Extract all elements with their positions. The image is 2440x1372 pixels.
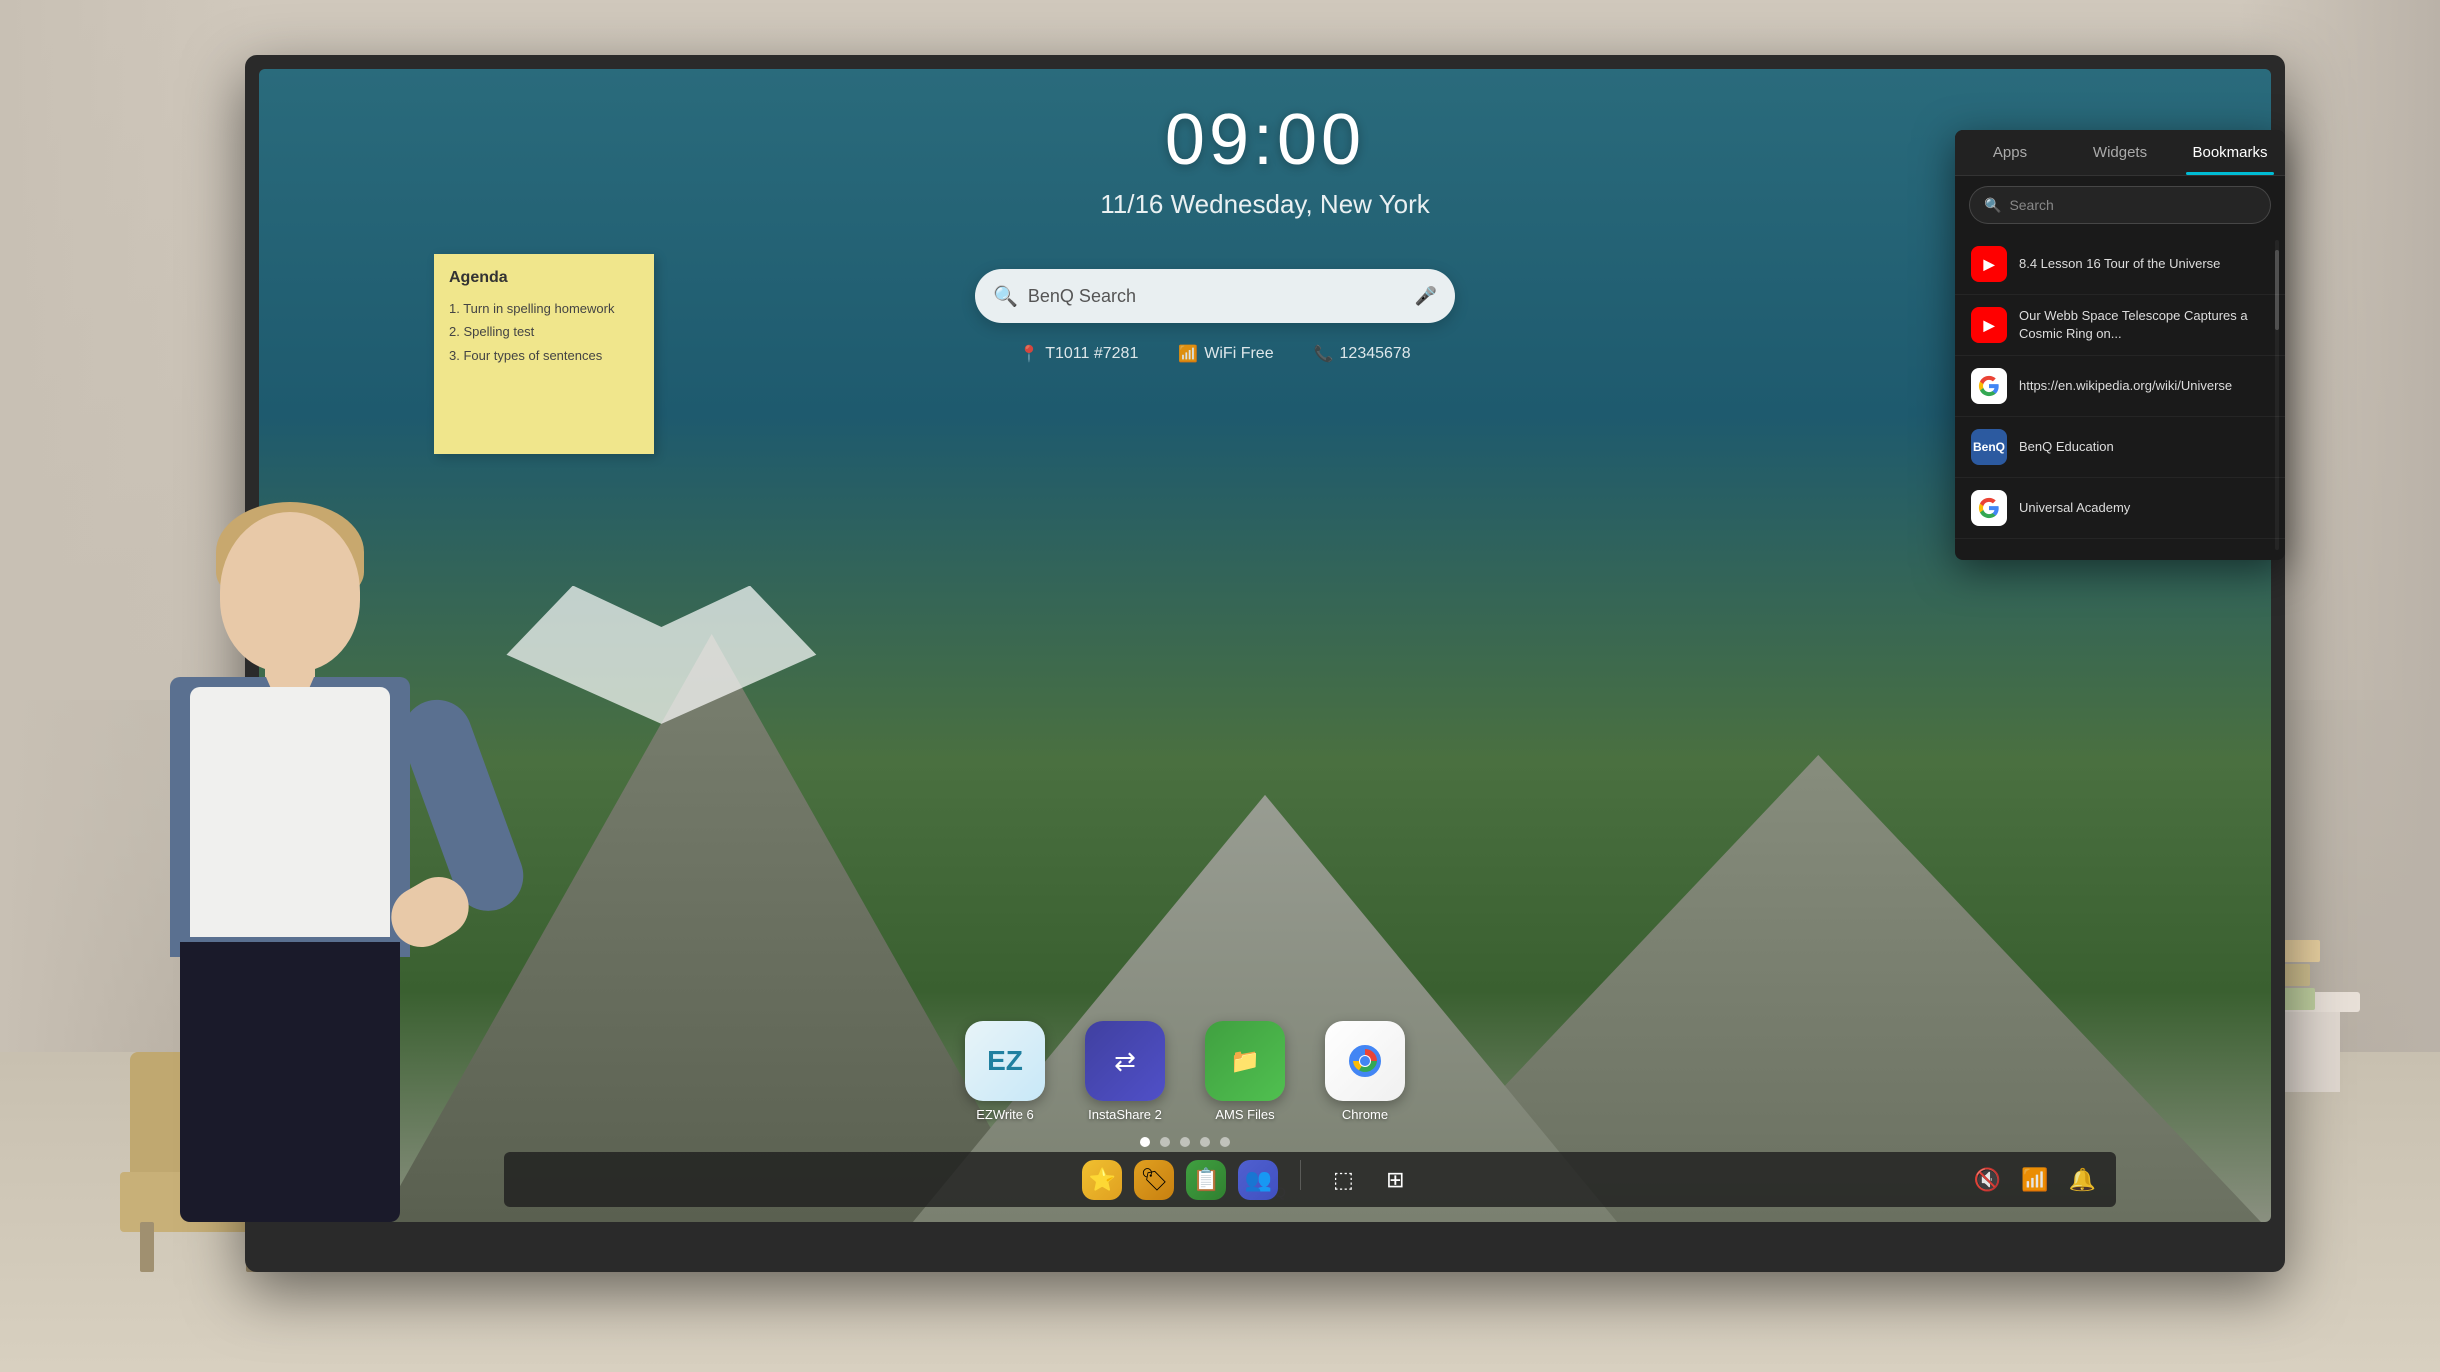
sticky-note-title: Agenda bbox=[449, 269, 639, 287]
bookmark-4-title: BenQ Education bbox=[2019, 438, 2269, 456]
bookmark-5-title: Universal Academy bbox=[2019, 499, 2269, 517]
search-icon: 🔍 bbox=[993, 284, 1018, 309]
app-chrome[interactable]: Chrome bbox=[1325, 1021, 1405, 1122]
taskbar-grid[interactable]: ⊞ bbox=[1375, 1160, 1415, 1200]
panel-search-placeholder: Search bbox=[2009, 197, 2053, 213]
ams-icon: 📁 bbox=[1205, 1021, 1285, 1101]
dot-2[interactable] bbox=[1160, 1137, 1170, 1147]
teacher-head bbox=[220, 512, 360, 672]
dot-5[interactable] bbox=[1220, 1137, 1230, 1147]
benq-search-bar[interactable]: 🔍 BenQ Search 🎤 bbox=[975, 269, 1455, 323]
bookmark-4-icon: BenQ bbox=[1971, 429, 2007, 465]
phone-status: 📞 12345678 bbox=[1314, 344, 1411, 364]
scrollbar-track bbox=[2275, 240, 2279, 550]
tab-bookmarks[interactable]: Bookmarks bbox=[2175, 130, 2285, 175]
bookmarks-panel: Apps Widgets Bookmarks 🔍 Search ▶ 8.4 Le… bbox=[1955, 130, 2285, 560]
ezwrite-label: EZWrite 6 bbox=[976, 1107, 1034, 1122]
location-icon: 📍 bbox=[1019, 344, 1039, 364]
panel-tabs: Apps Widgets Bookmarks bbox=[1955, 130, 2285, 176]
tab-apps[interactable]: Apps bbox=[1955, 130, 2065, 175]
dot-3[interactable] bbox=[1180, 1137, 1190, 1147]
bookmark-3-title: https://en.wikipedia.org/wiki/Universe bbox=[2019, 377, 2269, 395]
wifi-icon: 📶 bbox=[1178, 344, 1198, 364]
sticky-note: Agenda 1. Turn in spelling homework 2. S… bbox=[434, 254, 654, 454]
wifi-taskbar-icon[interactable]: 📶 bbox=[2021, 1167, 2048, 1193]
sticky-note-item-2: 2. Spelling test bbox=[449, 320, 639, 343]
taskbar-divider bbox=[1300, 1160, 1301, 1190]
panel-search-area[interactable]: 🔍 Search bbox=[1955, 176, 2285, 234]
taskbar-right: 🔇 📶 🔔 bbox=[1974, 1167, 2096, 1193]
sticky-note-item-1: 1. Turn in spelling homework bbox=[449, 297, 639, 320]
chrome-icon bbox=[1325, 1021, 1405, 1101]
scrollbar-thumb[interactable] bbox=[2275, 250, 2279, 330]
panel-search-icon: 🔍 bbox=[1984, 197, 2001, 214]
dot-4[interactable] bbox=[1200, 1137, 1210, 1147]
chrome-label: Chrome bbox=[1342, 1107, 1388, 1122]
bookmark-5[interactable]: Universal Academy bbox=[1955, 478, 2285, 539]
taskbar-teams[interactable]: 👥 bbox=[1238, 1160, 1278, 1200]
status-info: 📍 T1011 #7281 📶 WiFi Free 📞 12345678 bbox=[1019, 344, 1410, 364]
mute-icon[interactable]: 🔇 bbox=[1974, 1167, 2001, 1193]
app-instashare[interactable]: ⇄ InstaShare 2 bbox=[1085, 1021, 1165, 1122]
bookmark-2-icon: ▶ bbox=[1971, 307, 2007, 343]
taskbar-doc[interactable]: 📋 bbox=[1186, 1160, 1226, 1200]
app-ams[interactable]: 📁 AMS Files bbox=[1205, 1021, 1285, 1122]
ezwrite-icon: EZ bbox=[965, 1021, 1045, 1101]
panel-search-input[interactable]: 🔍 Search bbox=[1969, 186, 2271, 224]
page-dots bbox=[1140, 1137, 1230, 1147]
panel-items-list: ▶ 8.4 Lesson 16 Tour of the Universe ▶ O… bbox=[1955, 234, 2285, 539]
bell-icon[interactable]: 🔔 bbox=[2069, 1167, 2096, 1193]
clock-time: 09:00 bbox=[1165, 99, 1365, 181]
bookmark-2-title: Our Webb Space Telescope Captures a Cosm… bbox=[2019, 307, 2269, 343]
mic-icon: 🎤 bbox=[1415, 286, 1437, 307]
clock-date: 11/16 Wednesday, New York bbox=[1100, 189, 1430, 220]
bookmark-3-icon bbox=[1971, 368, 2007, 404]
sticky-note-item-3: 3. Four types of sentences bbox=[449, 344, 639, 367]
bookmark-1-icon: ▶ bbox=[1971, 246, 2007, 282]
instashare-label: InstaShare 2 bbox=[1088, 1107, 1162, 1122]
taskbar-star[interactable]: ⭐ bbox=[1082, 1160, 1122, 1200]
teacher-pants bbox=[180, 942, 400, 1222]
teacher-shirt bbox=[190, 687, 390, 937]
taskbar-tag[interactable]: 🏷 bbox=[1134, 1160, 1174, 1200]
taskbar: ⭐ 🏷 📋 👥 ⬚ ⊞ 🔇 bbox=[504, 1152, 2116, 1207]
bookmark-1-title: 8.4 Lesson 16 Tour of the Universe bbox=[2019, 255, 2269, 273]
search-input-label: BenQ Search bbox=[1028, 286, 1415, 307]
tab-widgets[interactable]: Widgets bbox=[2065, 130, 2175, 175]
teacher bbox=[100, 512, 480, 1212]
taskbar-cast[interactable]: ⬚ bbox=[1323, 1160, 1363, 1200]
ams-label: AMS Files bbox=[1215, 1107, 1274, 1122]
snow-cap bbox=[440, 586, 883, 724]
phone-icon: 📞 bbox=[1314, 344, 1334, 364]
bookmark-1[interactable]: ▶ 8.4 Lesson 16 Tour of the Universe bbox=[1955, 234, 2285, 295]
app-icons-row: EZ EZWrite 6 ⇄ InstaShare 2 📁 AMS Files bbox=[965, 1021, 1405, 1122]
bookmark-4[interactable]: BenQ BenQ Education bbox=[1955, 417, 2285, 478]
taskbar-left: ⭐ 🏷 📋 👥 ⬚ ⊞ bbox=[524, 1160, 1974, 1200]
bookmark-3[interactable]: https://en.wikipedia.org/wiki/Universe bbox=[1955, 356, 2285, 417]
chair-1-leg1 bbox=[140, 1222, 154, 1272]
instashare-icon: ⇄ bbox=[1085, 1021, 1165, 1101]
dot-1[interactable] bbox=[1140, 1137, 1150, 1147]
app-ezwrite[interactable]: EZ EZWrite 6 bbox=[965, 1021, 1045, 1122]
wifi-status: 📶 WiFi Free bbox=[1178, 344, 1273, 364]
room-id: 📍 T1011 #7281 bbox=[1019, 344, 1138, 364]
bookmark-2[interactable]: ▶ Our Webb Space Telescope Captures a Co… bbox=[1955, 295, 2285, 356]
bookmark-5-icon bbox=[1971, 490, 2007, 526]
